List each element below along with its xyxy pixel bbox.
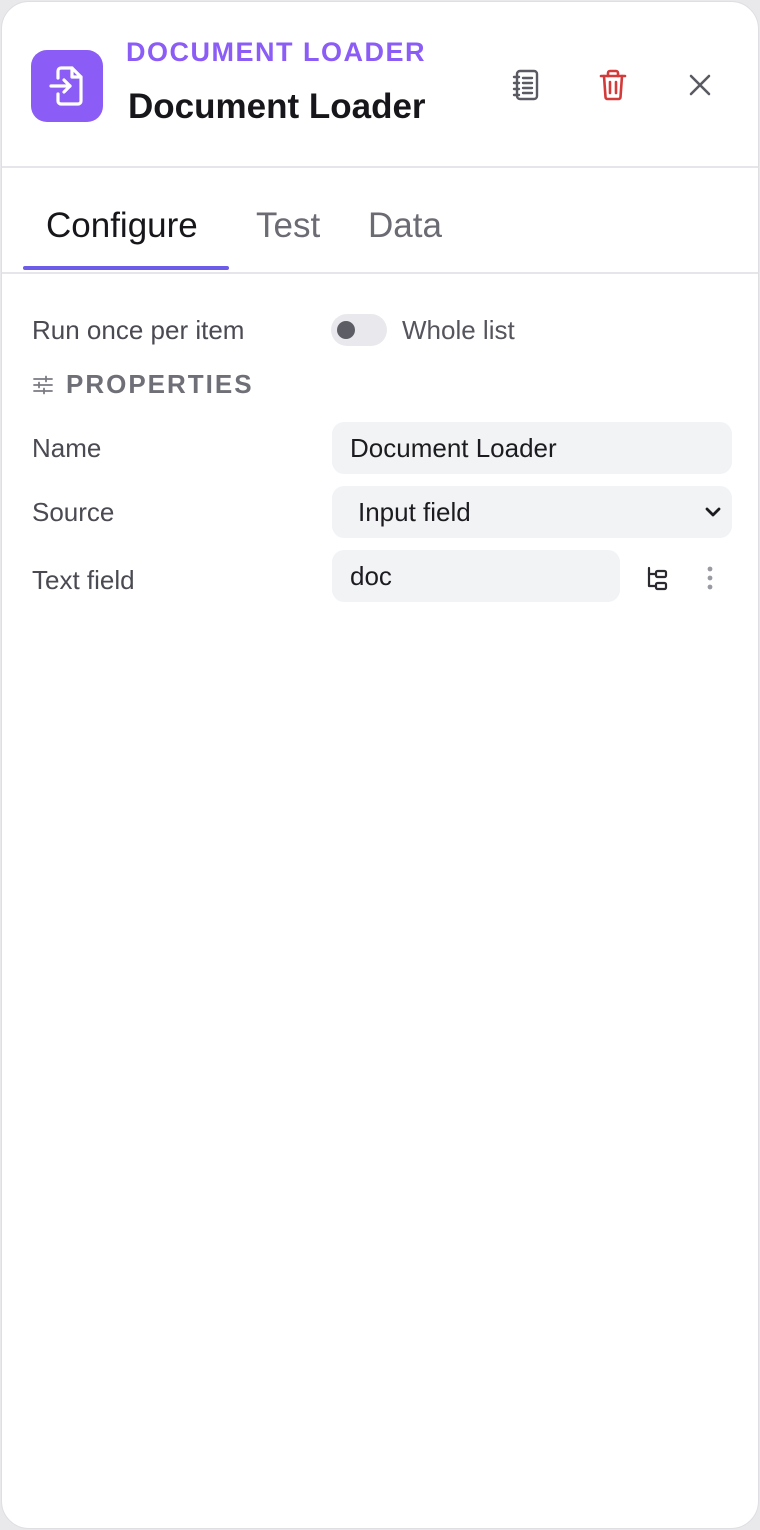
toggle-knob xyxy=(337,321,355,339)
name-input[interactable]: Document Loader xyxy=(332,422,732,474)
node-title: Document Loader xyxy=(128,87,426,126)
panel-header: DOCUMENT LOADER Document Loader xyxy=(2,2,758,168)
text-field-input[interactable]: doc xyxy=(332,550,620,602)
file-import-icon xyxy=(31,50,103,122)
properties-section-title: PROPERTIES xyxy=(66,369,254,399)
notes-button[interactable] xyxy=(503,62,549,108)
node-config-panel: DOCUMENT LOADER Document Loader Configur xyxy=(1,1,759,1529)
tab-configure[interactable]: Configure xyxy=(46,204,198,248)
name-label: Name xyxy=(32,433,102,463)
run-mode-toggle[interactable] xyxy=(331,314,387,346)
tab-data[interactable]: Data xyxy=(368,204,442,248)
node-type-label: DOCUMENT LOADER xyxy=(126,37,426,67)
delete-button[interactable] xyxy=(590,62,636,108)
source-select[interactable]: Input field xyxy=(332,486,732,538)
more-vertical-icon xyxy=(707,566,713,590)
field-picker-button[interactable] xyxy=(642,562,672,594)
notebook-icon xyxy=(512,69,539,101)
active-tab-indicator xyxy=(23,266,229,270)
sliders-icon xyxy=(33,375,53,395)
close-icon xyxy=(689,74,711,96)
run-mode-toggle-label: Whole list xyxy=(402,315,515,345)
tab-bar: Configure Test Data xyxy=(2,170,758,274)
close-button[interactable] xyxy=(677,62,723,108)
source-label: Source xyxy=(32,497,115,527)
field-more-button[interactable] xyxy=(695,562,725,594)
tree-structure-icon xyxy=(647,566,668,591)
text-field-label: Text field xyxy=(32,565,135,595)
source-select-value: Input field xyxy=(358,497,471,527)
chevron-down-icon xyxy=(705,507,721,517)
run-mode-label: Run once per item xyxy=(32,315,245,345)
trash-icon xyxy=(599,69,627,101)
tab-test[interactable]: Test xyxy=(256,204,320,248)
